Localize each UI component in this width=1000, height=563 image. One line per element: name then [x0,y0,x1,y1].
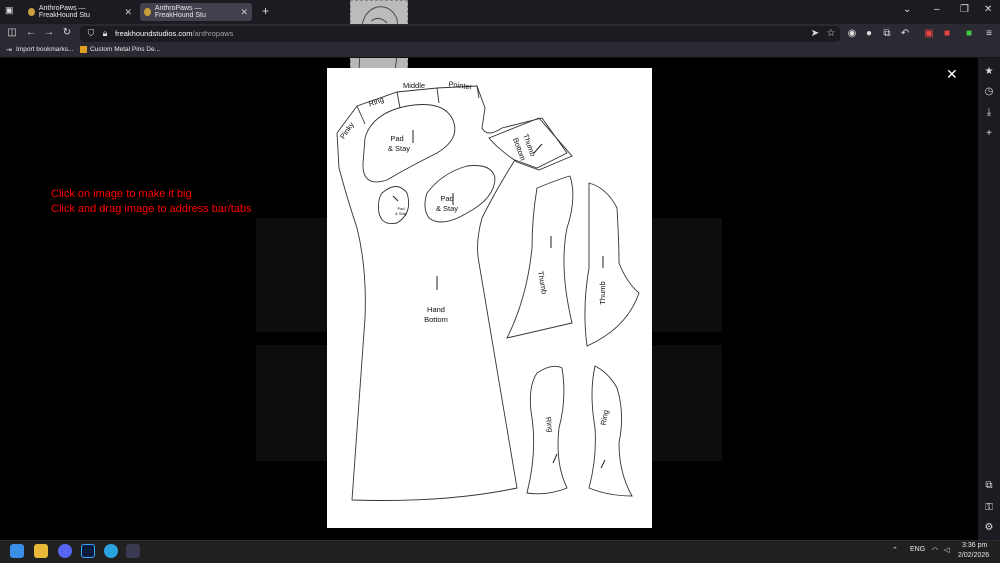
label-ring-1: Ring [544,416,556,433]
windows-taskbar [0,540,1000,563]
extension-1-icon[interactable]: ● [862,28,876,39]
import-icon: ⇥ [6,47,12,54]
label-hand-bottom-a: Hand [427,305,445,314]
tab-label: AnthroPaws — FreakHound Stu [154,5,206,19]
windows-start-icon[interactable] [10,544,24,558]
extension-5-icon[interactable]: ■ [962,28,976,39]
label-pad-stay-1b: & Stay [388,144,410,153]
volume-icon[interactable]: ◁ [944,546,949,554]
sidebar-toggle-icon[interactable]: ◫ [5,27,19,38]
label-pointer: Pointer [448,79,473,91]
label-ring-2: Ring [599,409,611,426]
label-pad-stay-2b: & Stay [436,204,458,213]
tab-anthropaws-1[interactable]: AnthroPaws — FreakHound Stu ✕ [24,3,136,21]
label-pinky: Pinky [338,120,356,140]
hint-line-1: Click on image to make it big [51,188,192,200]
thumb-piece-2 [584,182,640,347]
label-pad-stay-2a: Pad [440,194,453,203]
lightbox-close-icon[interactable]: ✕ [946,66,958,83]
menu-icon[interactable]: ≡ [982,28,996,39]
clock-date[interactable]: 2/02/2026 [958,552,989,559]
back-icon[interactable]: ← [24,27,38,38]
bookmark-star-icon[interactable]: ☆ [824,28,838,39]
url-text[interactable]: freakhoundstudios.com/anthropaws [115,29,233,38]
photoshop-icon[interactable] [81,544,95,558]
wifi-icon[interactable]: ◠ [932,546,938,554]
extensions-icon[interactable]: ⧉ [880,28,894,39]
extension-4-icon[interactable]: ■ [940,28,954,39]
clock-time[interactable]: 3:36 pm [962,542,987,549]
tab-label: AnthroPaws — FreakHound Stu [38,5,90,19]
label-thumb-2: Thumb [598,281,607,304]
minimize-icon[interactable]: – [934,4,940,15]
discord-icon[interactable] [58,544,72,558]
bookmark-custom-pins[interactable]: Custom Metal Pins De... [80,46,160,53]
settings-gear-icon[interactable]: ⚙ [983,522,995,533]
add-panel-icon[interactable]: + [983,128,995,139]
bookmark-favicon-icon [80,46,87,53]
label-middle: Middle [403,81,425,90]
label-pad-stay-1a: Pad [390,134,403,143]
account-icon[interactable]: ◉ [845,28,859,39]
tray-chevron-icon[interactable]: ⌃ [892,546,898,554]
maximize-icon[interactable]: ❐ [960,4,969,15]
shield-icon[interactable]: ⛉ [84,28,98,39]
extension-2-icon[interactable]: ↶ [898,28,912,39]
file-explorer-icon[interactable] [34,544,48,558]
ring-piece-2 [588,365,633,497]
glove-pattern-image: Pinky Ring Middle Pointer Pad & Stay Pad… [336,79,640,501]
favicon-icon [144,8,151,16]
bookmarks-star-icon[interactable]: ★ [983,66,995,77]
extension-3-icon[interactable]: ▣ [922,28,936,39]
favicon-icon [28,8,35,16]
key-icon[interactable]: ⚿ [983,502,995,513]
reload-icon[interactable]: ↻ [60,27,74,38]
bookmark-label: Import bookmarks... [16,46,74,53]
telegram-icon[interactable] [104,544,118,558]
lock-icon[interactable]: 🔒︎ [98,28,112,39]
tab-anthropaws-2[interactable]: AnthroPaws — FreakHound Stu ✕ [140,3,252,21]
label-ring-top: Ring [367,95,385,109]
lightbox-image[interactable]: Pinky Ring Middle Pointer Pad & Stay Pad… [327,68,652,528]
downloads-icon[interactable]: ⤓ [983,107,995,118]
label-hand-bottom-b: Bottom [424,315,448,324]
browser-taskbar-icon[interactable] [126,544,140,558]
close-tab-icon[interactable]: ✕ [124,7,132,18]
thumb-piece-1 [506,175,574,339]
forward-icon[interactable]: → [42,27,56,38]
list-all-tabs-icon[interactable]: ⌄ [903,4,911,15]
label-pad-stay-small-b: & Stay [395,211,407,216]
hint-line-2: Click and drag image to address bar/tabs [51,203,252,215]
tab-list-icon[interactable]: ▣ [5,5,14,16]
extension-side-icon[interactable]: ⧉ [983,480,995,491]
history-icon[interactable]: ◷ [983,86,995,97]
close-tab-icon[interactable]: ✕ [240,7,248,18]
bookmark-label: Custom Metal Pins De... [90,46,161,53]
new-tab-icon[interactable]: + [262,4,269,18]
window-close-icon[interactable]: ✕ [984,4,992,15]
language-indicator[interactable]: ENG [910,546,925,553]
share-icon[interactable]: ➤ [808,28,822,39]
bookmark-import[interactable]: ⇥ Import bookmarks... [6,46,74,54]
label-thumb-1: Thumb [536,270,549,295]
